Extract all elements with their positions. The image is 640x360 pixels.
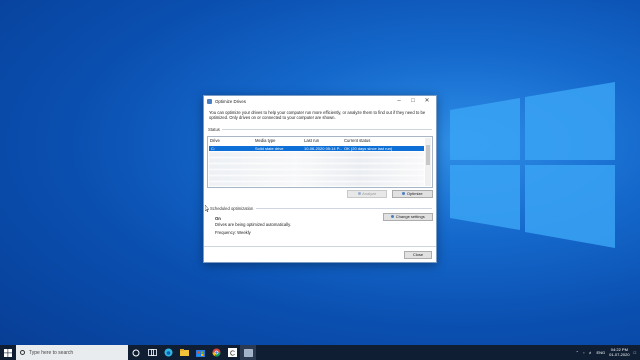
- svg-text:C: C: [230, 351, 235, 358]
- scrollbar-thumb[interactable]: [426, 145, 430, 165]
- minimize-button[interactable]: –: [392, 97, 406, 105]
- schedule-note: Drives are being optimized automatically…: [215, 222, 292, 227]
- network-icon[interactable]: ▫: [583, 350, 584, 355]
- schedule-divider: [256, 208, 432, 209]
- schedule-state: On: [215, 216, 221, 221]
- language-indicator[interactable]: ENG: [596, 350, 605, 355]
- change-settings-button[interactable]: Change settings: [383, 213, 433, 221]
- clock[interactable]: 04:22 PM 01-07-2020: [609, 347, 630, 357]
- windows-logo-wallpaper: [430, 60, 620, 260]
- cell-media-type: Solid state drive: [255, 146, 284, 152]
- cell-drive: C:: [211, 146, 215, 152]
- edge-icon[interactable]: [160, 345, 176, 360]
- change-settings-label: Change settings: [395, 214, 425, 219]
- status-section-label: Status: [208, 127, 220, 132]
- table-row-selected[interactable]: C: Solid state drive 10-06-2020 05:14 P.…: [209, 146, 424, 151]
- maximize-button[interactable]: □: [406, 97, 420, 105]
- title-bar: Optimize Drives – □ ✕: [204, 96, 436, 106]
- status-divider: [222, 129, 432, 130]
- optimize-label: Optimize: [406, 191, 423, 196]
- start-button[interactable]: [0, 345, 16, 360]
- ccleaner-icon[interactable]: C: [224, 345, 240, 360]
- shield-icon: [391, 215, 395, 219]
- notifications-icon[interactable]: □: [634, 350, 636, 355]
- analyze-button[interactable]: Analyze: [347, 190, 387, 198]
- taskbar: Type here to search C ⌃ ▫ ♬ ENG 04:22 PM…: [0, 345, 640, 360]
- table-scrollbar[interactable]: [425, 138, 431, 186]
- dialog-description: You can optimize your drives to help you…: [209, 110, 426, 120]
- schedule-frequency: Frequency: Weekly: [215, 230, 251, 235]
- drive-icon: [207, 98, 212, 104]
- store-icon[interactable]: [192, 345, 208, 360]
- optimize-drives-taskbar-icon[interactable]: [240, 345, 256, 360]
- table-row[interactable]: [209, 176, 424, 181]
- search-placeholder: Type here to search: [29, 349, 74, 356]
- chrome-icon[interactable]: [208, 345, 224, 360]
- schedule-section-label: Scheduled optimization: [210, 206, 254, 211]
- footer-divider: [204, 246, 436, 247]
- system-tray: ⌃ ▫ ♬ ENG 04:22 PM 01-07-2020 □: [576, 345, 636, 360]
- cell-current-status: OK (20 days since last run): [344, 146, 393, 152]
- table-row[interactable]: [209, 158, 424, 163]
- table-row[interactable]: [209, 182, 424, 186]
- optimize-button[interactable]: Optimize: [392, 190, 433, 198]
- cortana-icon[interactable]: [128, 345, 144, 360]
- table-row[interactable]: [209, 170, 424, 175]
- analyze-icon: [357, 192, 361, 196]
- task-view-icon[interactable]: [144, 345, 160, 360]
- windows-start-icon: [4, 348, 12, 357]
- drives-table: Drive Media type Last run Current status…: [207, 136, 433, 188]
- taskbar-search-box[interactable]: Type here to search: [16, 345, 128, 360]
- mouse-cursor-icon: [205, 205, 209, 212]
- optimize-icon: [402, 192, 406, 196]
- column-media-type[interactable]: Media type: [255, 138, 275, 143]
- volume-icon[interactable]: ♬: [588, 350, 592, 355]
- clock-date: 01-07-2020: [609, 351, 630, 357]
- table-row[interactable]: [209, 164, 424, 169]
- dialog-title: Optimize Drives: [215, 98, 246, 104]
- column-drive[interactable]: Drive: [210, 138, 220, 143]
- chevron-up-icon[interactable]: ⌃: [576, 350, 579, 355]
- file-explorer-icon[interactable]: [176, 345, 192, 360]
- column-current-status[interactable]: Current status: [344, 138, 370, 143]
- column-last-run[interactable]: Last run: [304, 138, 319, 143]
- close-button[interactable]: Close: [404, 251, 432, 259]
- search-icon: [20, 350, 25, 355]
- analyze-label: Analyze: [362, 191, 377, 196]
- cell-last-run: 10-06-2020 05:14 P...: [304, 146, 343, 152]
- table-row[interactable]: [209, 152, 424, 157]
- close-window-button[interactable]: ✕: [420, 97, 434, 105]
